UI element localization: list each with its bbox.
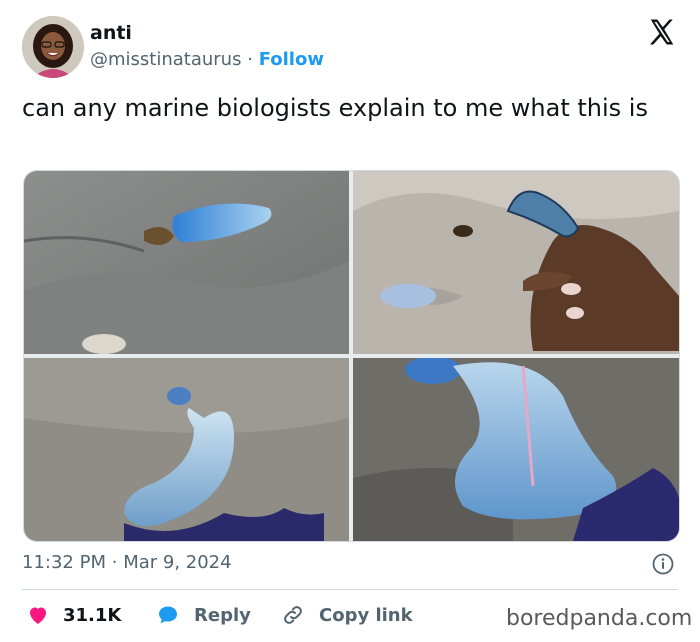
reply-button[interactable]: Reply <box>156 603 251 627</box>
like-button[interactable]: 31.1K <box>26 603 121 627</box>
divider <box>22 589 678 590</box>
watermark: boredpanda.com <box>506 606 693 631</box>
follow-button[interactable]: Follow <box>259 49 324 70</box>
time: 11:32 PM <box>22 552 106 573</box>
jellyfish-photo-3[interactable] <box>24 358 349 541</box>
jellyfish-photo-1[interactable] <box>24 171 349 354</box>
handle-row: @misstinataurus · Follow <box>90 49 324 70</box>
speech-bubble-icon <box>156 603 180 627</box>
jellyfish-closeup-photo[interactable] <box>353 358 679 541</box>
author-handle[interactable]: @misstinataurus <box>90 49 241 70</box>
media-grid[interactable] <box>23 170 680 542</box>
avatar[interactable] <box>22 16 84 78</box>
jellyfish-in-hand-photo[interactable] <box>353 171 679 354</box>
copy-link-button[interactable]: Copy link <box>281 603 413 627</box>
copy-link-label: Copy link <box>319 604 413 626</box>
reply-label: Reply <box>194 604 251 626</box>
tweet-card: anti @misstinataurus · Follow can any ma… <box>0 0 700 642</box>
like-count: 31.1K <box>63 604 122 626</box>
timestamp[interactable]: 11:32 PM · Mar 9, 2024 <box>22 552 232 573</box>
x-logo-icon[interactable] <box>647 17 677 47</box>
date: Mar 9, 2024 <box>123 552 232 573</box>
info-icon[interactable] <box>652 553 674 575</box>
handle-separator: · <box>247 49 253 70</box>
tweet-text: can any marine biologists explain to me … <box>22 94 648 122</box>
link-icon <box>281 603 305 627</box>
author-name[interactable]: anti <box>90 22 132 44</box>
heart-icon <box>26 603 50 627</box>
time-separator: · <box>111 552 118 573</box>
